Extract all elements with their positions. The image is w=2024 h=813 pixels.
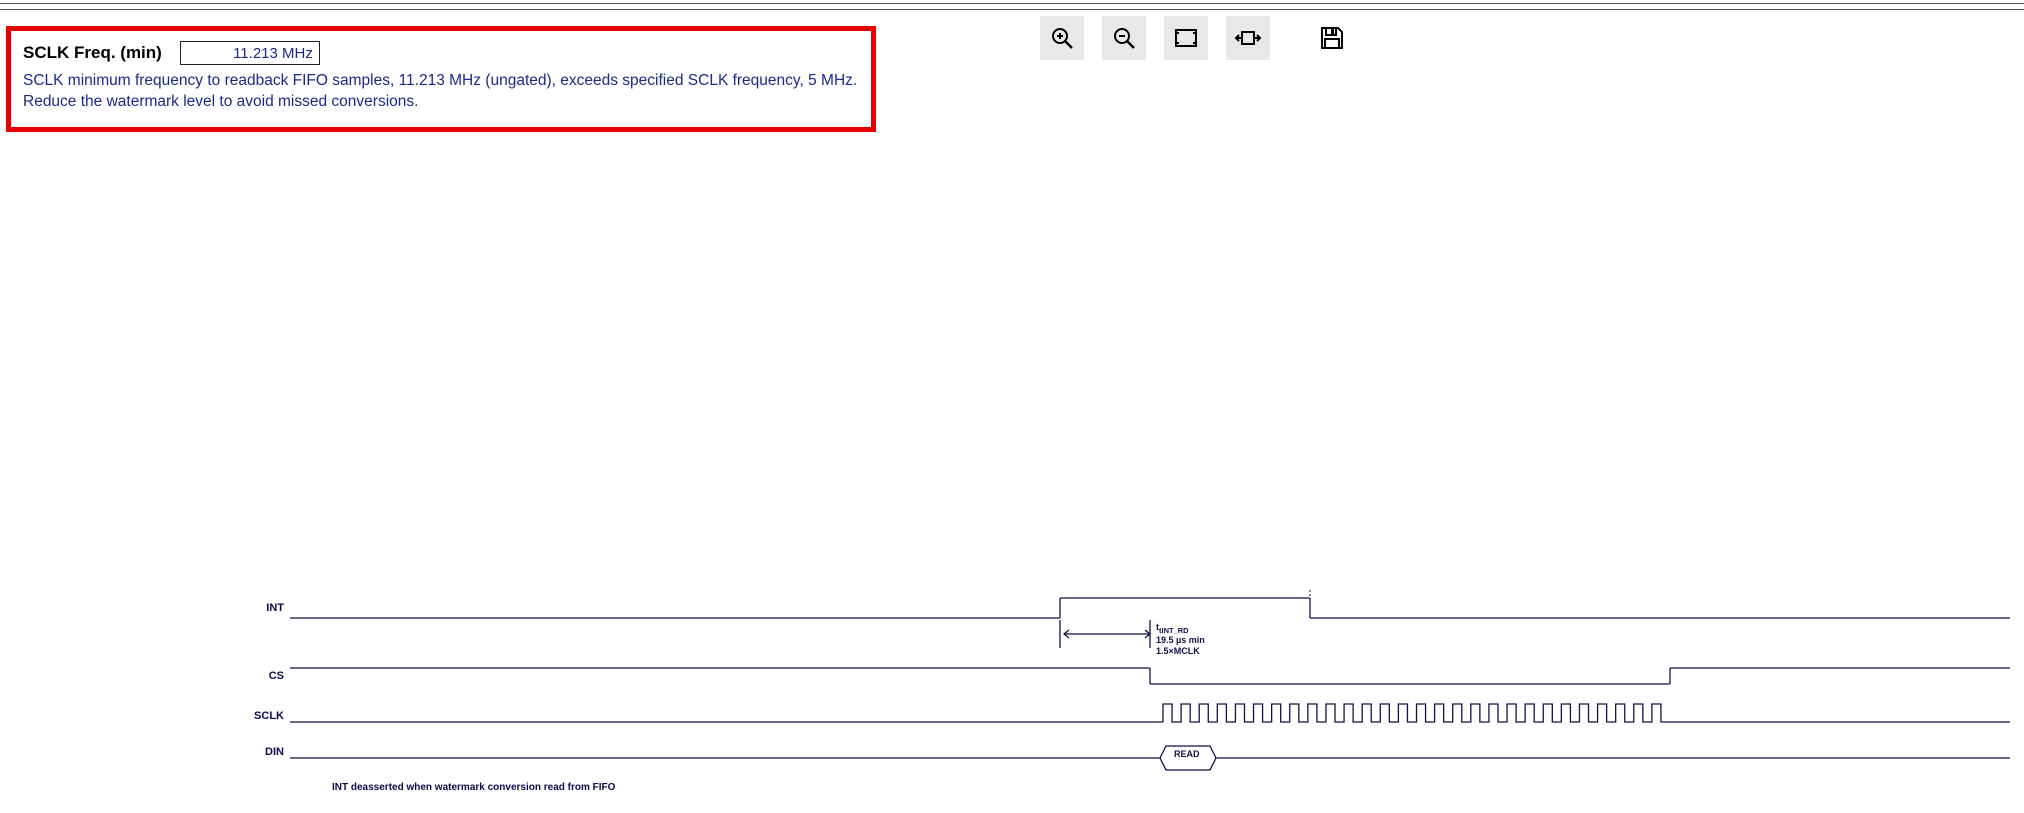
signal-label-int: INT <box>244 602 284 614</box>
zoom-fit-button[interactable] <box>1164 16 1208 60</box>
timing-svg: .s{stroke:#10104a;stroke-width:1.3;fill:… <box>290 590 2010 790</box>
sclk-freq-value[interactable] <box>180 41 320 65</box>
diagram-footnote: INT deasserted when watermark conversion… <box>332 782 615 793</box>
annotation-line2: 1.5×MCLK <box>1156 646 1200 656</box>
zoom-fit-icon <box>1173 25 1199 51</box>
zoom-region-icon <box>1233 25 1263 51</box>
tint-rd-annotation: ttINT_RD 19.5 µs min 1.5×MCLK <box>1156 622 1205 656</box>
zoom-region-button[interactable] <box>1226 16 1270 60</box>
sclk-warning-line2: Reduce the watermark level to avoid miss… <box>23 93 418 110</box>
signal-label-din: DIN <box>244 746 284 758</box>
annotation-line1: 19.5 µs min <box>1156 635 1205 645</box>
sclk-warning-line1: SCLK minimum frequency to readback FIFO … <box>23 72 857 89</box>
zoom-out-icon <box>1111 25 1137 51</box>
save-button[interactable] <box>1310 16 1354 60</box>
signal-label-sclk: SCLK <box>244 710 284 722</box>
toolbar <box>1040 16 1354 60</box>
din-payload-label: READ <box>1174 749 1200 759</box>
sclk-freq-label: SCLK Freq. (min) <box>23 43 162 63</box>
signal-label-cs: CS <box>244 670 284 682</box>
zoom-in-icon <box>1049 25 1075 51</box>
annotation-title: tINT_RD <box>1159 626 1189 635</box>
zoom-in-button[interactable] <box>1040 16 1084 60</box>
sclk-warning-message: SCLK minimum frequency to readback FIFO … <box>23 71 859 113</box>
sclk-warning-callout: SCLK Freq. (min) SCLK minimum frequency … <box>6 26 876 132</box>
save-icon <box>1318 24 1346 52</box>
zoom-out-button[interactable] <box>1102 16 1146 60</box>
